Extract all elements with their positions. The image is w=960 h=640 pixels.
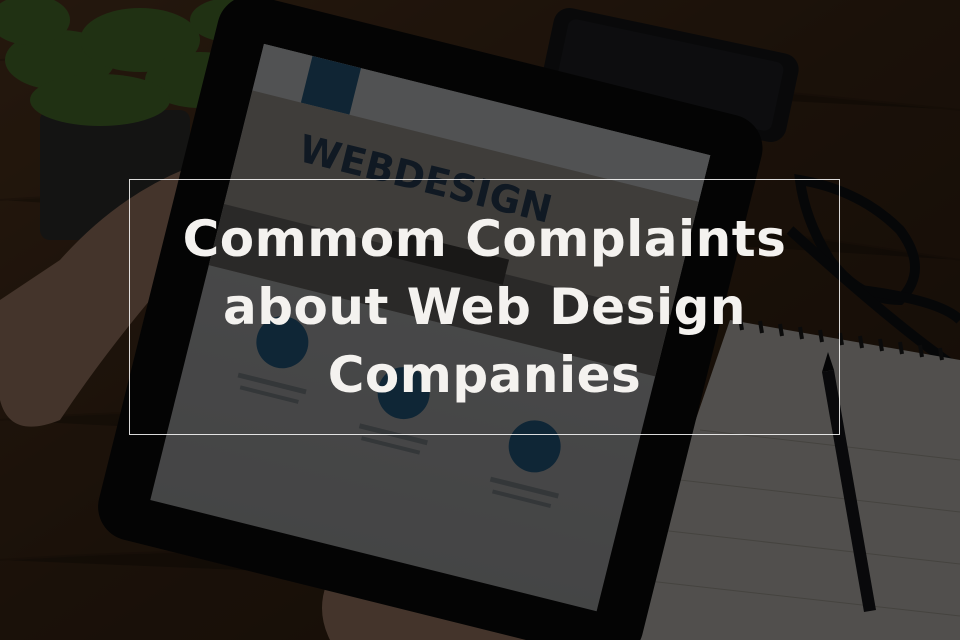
banner-title-line-3: Companies — [327, 346, 642, 404]
banner-title-line-1: Commom Complaints — [182, 210, 787, 268]
title-frame: Commom Complaints about Web Design Compa… — [129, 179, 840, 435]
banner-title-line-2: about Web Design — [223, 278, 746, 336]
hero-banner: WEBDESIGN Commom Complaints about Web De… — [0, 0, 960, 640]
